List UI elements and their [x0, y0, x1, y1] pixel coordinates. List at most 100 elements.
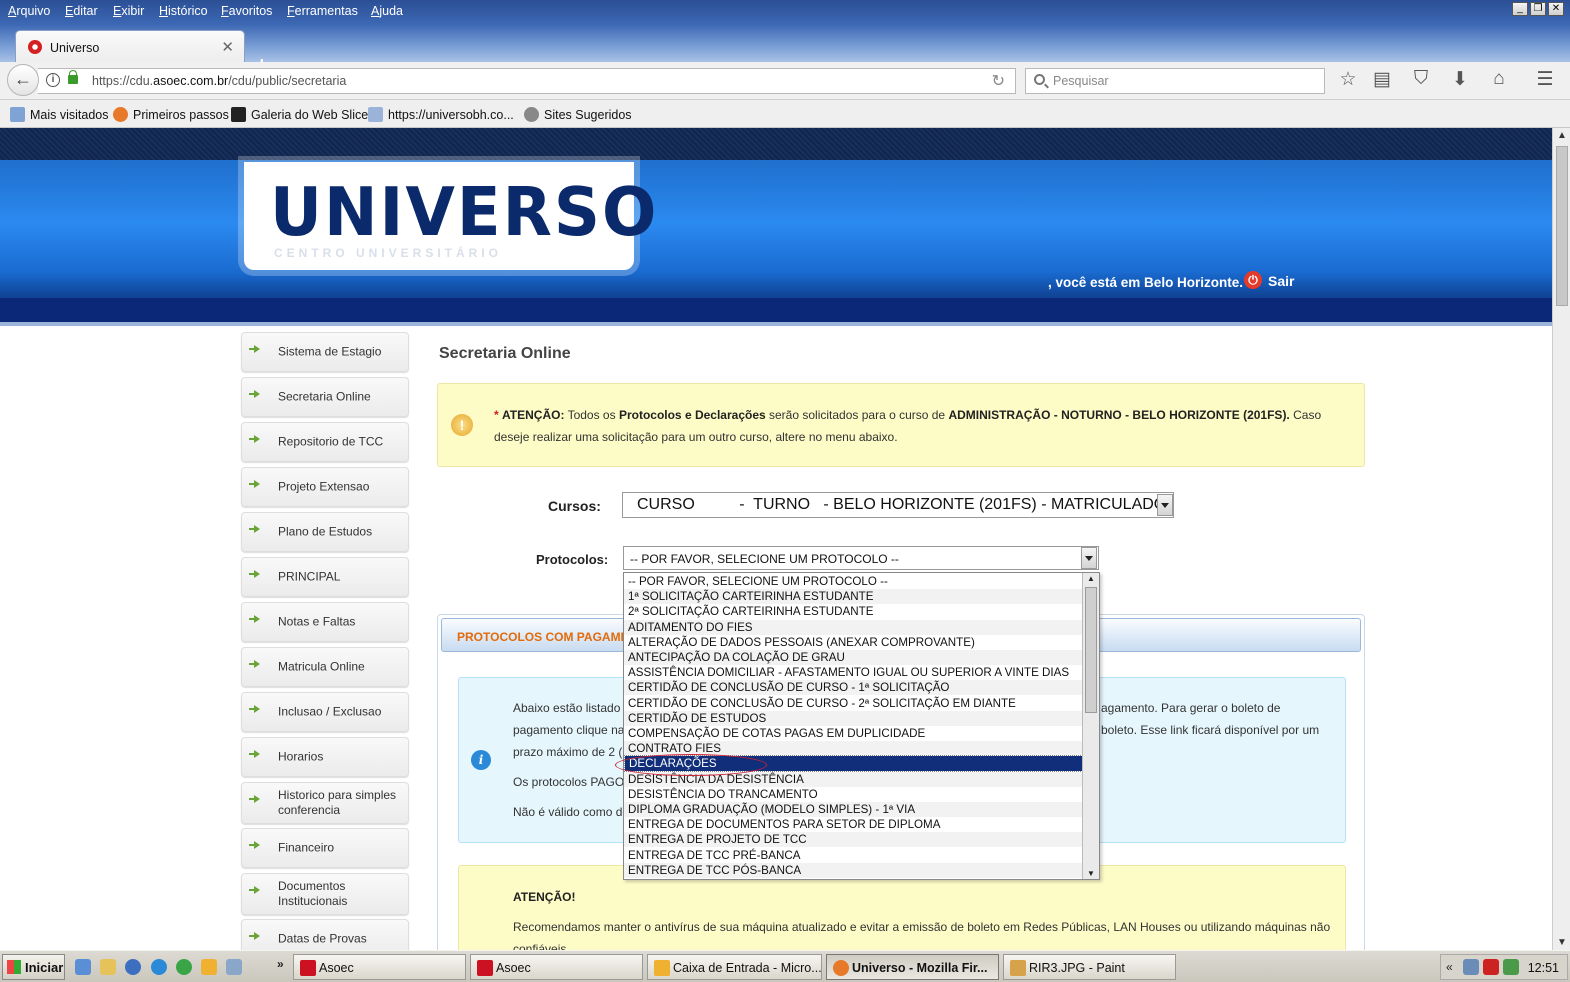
sidebar-item-documentos-institucionais[interactable]: Documentos Institucionais — [241, 873, 409, 915]
chevron-down-icon[interactable] — [1157, 494, 1173, 516]
dropdown-option[interactable]: ENTREGA DE DOCUMENTOS PARA SETOR DE DIPL… — [624, 817, 1083, 832]
home-icon[interactable]: ⌂ — [1487, 68, 1511, 90]
browser-quicklaunch-icon[interactable] — [151, 959, 167, 975]
outlook-quicklaunch-icon[interactable] — [201, 959, 217, 975]
tray-expand-icon[interactable]: « — [1446, 960, 1453, 974]
reading-list-icon[interactable]: ▤ — [1370, 68, 1394, 91]
task-firefox[interactable]: Universo - Mozilla Fir... — [826, 954, 999, 980]
back-button[interactable]: ← — [7, 64, 39, 96]
dropdown-option[interactable]: COMPENSAÇÃO DE COTAS PAGAS EM DUPLICIDAD… — [624, 726, 1083, 741]
sidebar-item-repositorio-de-tcc[interactable]: Repositorio de TCC — [241, 422, 409, 462]
menu-editar[interactable]: Editar — [65, 4, 98, 18]
dropdown-option[interactable]: ENTREGA DE TCC PÓS-BANCA — [624, 862, 1083, 878]
chevron-down-icon[interactable] — [1081, 547, 1097, 569]
reload-icon[interactable]: ↻ — [992, 71, 1005, 91]
hamburger-menu-icon[interactable]: ☰ — [1533, 68, 1557, 91]
tab-universo[interactable]: Universo ✕ — [15, 30, 245, 62]
sidebar-item-datas-de-provas[interactable]: Datas de Provas — [241, 919, 409, 950]
sidebar-item-horarios[interactable]: Horarios — [241, 737, 409, 777]
dropdown-option[interactable]: -- POR FAVOR, SELECIONE UM PROTOCOLO -- — [624, 574, 1083, 589]
bookmark-sites-sugeridos[interactable]: Sites Sugeridos — [524, 107, 632, 122]
menu-historico[interactable]: Histórico — [159, 4, 208, 18]
arrow-right-icon — [249, 660, 260, 668]
arrow-right-icon — [249, 795, 260, 803]
url-bar[interactable]: i https://cdu.asoec.com.br/cdu/public/se… — [38, 68, 1016, 94]
sidebar-item-notas-e-faltas[interactable]: Notas e Faltas — [241, 602, 409, 642]
menu-ferramentas[interactable]: Ferramentas — [287, 4, 358, 18]
site-info-icon[interactable]: i — [46, 73, 60, 87]
bookmark-mais-visitados[interactable]: Mais visitados — [10, 107, 109, 122]
dropdown-option[interactable]: 1ª SOLICITAÇÃO CARTEIRINHA ESTUDANTE — [624, 589, 1083, 605]
logo-subtitle: CENTRO UNIVERSITÁRIO — [274, 246, 503, 260]
scroll-thumb[interactable] — [1556, 146, 1568, 306]
dropdown-option[interactable]: ENTREGA DE TCC PRÉ-BANCA — [624, 848, 1083, 863]
sidebar-item-projeto-extensao[interactable]: Projeto Extensao — [241, 467, 409, 507]
page-scrollbar[interactable]: ▲ ▼ — [1552, 128, 1570, 950]
sidebar-item-historico[interactable]: Historico para simples conferencia — [241, 782, 409, 824]
dropdown-option[interactable]: ALTERAÇÃO DE DADOS PESSOAIS (ANEXAR COMP… — [624, 635, 1083, 650]
menu-favoritos[interactable]: Favoritos — [221, 4, 272, 18]
panel-title: PROTOCOLOS COM PAGAME — [457, 630, 629, 644]
cursos-select[interactable]: CURSO - TURNO - BELO HORIZONTE (201FS) -… — [622, 492, 1174, 518]
menu-ajuda[interactable]: Ajuda — [371, 4, 403, 18]
dropdown-option[interactable]: CERTIDÃO DE ESTUDOS — [624, 710, 1083, 726]
sidebar-item-sistema-de-estagio[interactable]: Sistema de Estagio — [241, 332, 409, 372]
pocket-icon[interactable]: ⛉ — [1409, 68, 1433, 90]
scroll-down-icon[interactable]: ▼ — [1085, 869, 1097, 878]
sidebar-item-financeiro[interactable]: Financeiro — [241, 828, 409, 868]
logo[interactable]: UNIVERSO CENTRO UNIVERSITÁRIO — [244, 162, 656, 270]
sidebar-item-secretaria-online[interactable]: Secretaria Online — [241, 377, 409, 417]
task-outlook[interactable]: Caixa de Entrada - Micro... — [647, 954, 822, 980]
dropdown-option[interactable]: ADITAMENTO DO FIES — [624, 619, 1083, 635]
protocol-dropdown-list[interactable]: -- POR FAVOR, SELECIONE UM PROTOCOLO -- 1… — [623, 572, 1100, 880]
task-paint[interactable]: RIR3.JPG - Paint — [1003, 954, 1176, 980]
sidebar-item-plano-de-estudos[interactable]: Plano de Estudos — [241, 512, 409, 552]
app-quicklaunch-icon[interactable] — [226, 959, 242, 975]
dropdown-option[interactable]: DESISTÊNCIA DO TRANCAMENTO — [624, 787, 1083, 802]
dropdown-option[interactable]: 2ª SOLICITAÇÃO CARTEIRINHA ESTUDANTE — [624, 604, 1083, 619]
sidebar-item-label: Inclusao / Exclusao — [278, 704, 382, 719]
download-icon[interactable]: ⬇ — [1448, 68, 1472, 91]
dropdown-option[interactable]: ENTREGA DE PROJETO DE TCC — [624, 832, 1083, 848]
tray-app-icon[interactable] — [1503, 959, 1519, 975]
menu-arquivo[interactable]: Arquivo — [8, 4, 50, 18]
antivirus-icon[interactable] — [1483, 959, 1499, 975]
scroll-up-icon[interactable]: ▲ — [1556, 130, 1568, 141]
ie-quicklaunch-icon[interactable] — [75, 959, 91, 975]
dropdown-option[interactable]: CERTIDÃO DE CONCLUSÃO DE CURSO - 2ª SOLI… — [624, 696, 1083, 711]
sidebar-item-label: Documentos Institucionais — [278, 879, 348, 908]
task-asoec-1[interactable]: Asoec — [293, 954, 466, 980]
restore-button[interactable]: ❐ — [1530, 2, 1546, 16]
protocol-select[interactable]: -- POR FAVOR, SELECIONE UM PROTOCOLO -- — [623, 546, 1099, 570]
dropdown-option[interactable]: ASSISTÊNCIA DOMICILIAR - AFASTAMENTO IGU… — [624, 665, 1083, 680]
dropdown-option[interactable]: DIPLOMA GRADUAÇÃO (MODELO SIMPLES) - 1ª … — [624, 802, 1083, 817]
logout-link[interactable]: Sair — [1268, 273, 1294, 289]
window-close-button[interactable]: ✕ — [1548, 2, 1564, 16]
scroll-up-icon[interactable]: ▲ — [1085, 574, 1097, 583]
sidebar-item-inclusao-exclusao[interactable]: Inclusao / Exclusao — [241, 692, 409, 732]
search-box[interactable]: Pesquisar — [1025, 68, 1325, 94]
info-icon: i — [471, 750, 491, 770]
bookmark-galeria-web-slice[interactable]: Galeria do Web Slice — [231, 107, 368, 122]
tab-close-icon[interactable]: ✕ — [221, 38, 234, 56]
chrome-quicklaunch-icon[interactable] — [176, 959, 192, 975]
more-quicklaunch-icon[interactable]: » — [277, 957, 284, 971]
scroll-down-icon[interactable]: ▼ — [1556, 937, 1568, 948]
sidebar-item-matricula-online[interactable]: Matricula Online — [241, 647, 409, 687]
start-button[interactable]: Iniciar — [2, 954, 65, 980]
bookmark-primeiros-passos[interactable]: Primeiros passos — [113, 107, 229, 122]
minimize-button[interactable]: _ — [1512, 2, 1528, 16]
bookmark-universobh[interactable]: https://universobh.co... — [368, 107, 514, 122]
task-asoec-2[interactable]: Asoec — [470, 954, 643, 980]
media-player-icon[interactable] — [125, 959, 141, 975]
bookmark-star-icon[interactable]: ☆ — [1336, 68, 1360, 91]
power-icon[interactable]: ⏻ — [1244, 271, 1262, 289]
dropdown-scrollbar[interactable]: ▲ ▼ — [1082, 573, 1099, 879]
dropdown-option[interactable]: ANTECIPAÇÃO DA COLAÇÃO DE GRAU — [624, 650, 1083, 665]
dropdown-option[interactable]: CERTIDÃO DE CONCLUSÃO DE CURSO - 1ª SOLI… — [624, 680, 1083, 696]
sidebar-item-principal[interactable]: PRINCIPAL — [241, 557, 409, 597]
folder-quicklaunch-icon[interactable] — [100, 959, 116, 975]
network-icon[interactable] — [1463, 959, 1479, 975]
menu-exibir[interactable]: Exibir — [113, 4, 144, 18]
scroll-thumb[interactable] — [1085, 587, 1097, 713]
